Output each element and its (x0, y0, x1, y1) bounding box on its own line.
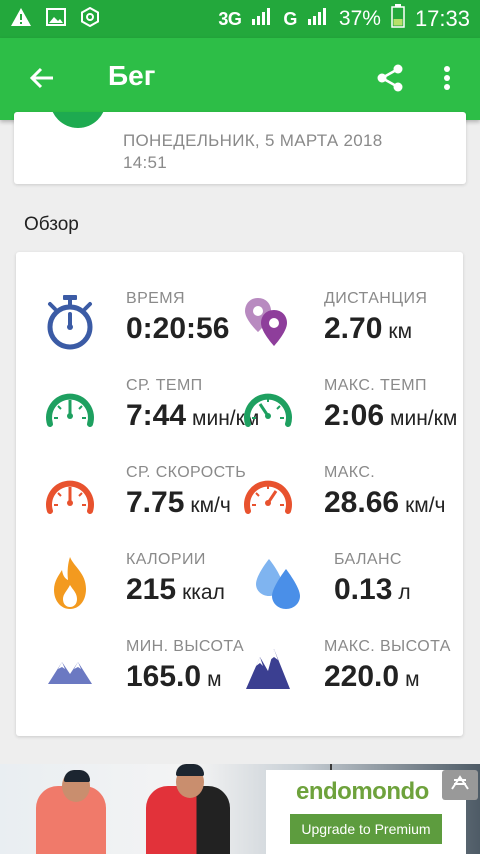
signal-icon (251, 7, 273, 31)
stat-value: 28.66 км/ч (324, 486, 446, 519)
overview-title: Обзор (24, 214, 79, 235)
max-speed-gauge-icon (238, 466, 298, 526)
battery-percent: 37% (338, 7, 381, 30)
stat-label: СР. ТЕМП (126, 377, 203, 394)
stat-time: ВРЕМЯ 0:20:56 (40, 290, 255, 360)
stat-label: КАЛОРИИ (126, 551, 206, 568)
stat-hydration: БАЛАНС 0.13 л (248, 551, 463, 621)
max-pace-gauge-icon (238, 379, 298, 439)
max-altitude-icon (238, 640, 298, 700)
speed-gauge-icon (40, 466, 100, 526)
sport-icon (50, 112, 106, 128)
workout-time: 14:51 (123, 153, 168, 172)
battery-icon (391, 4, 405, 34)
network-g-label: G (283, 8, 297, 29)
back-button[interactable] (22, 60, 62, 100)
stopwatch-icon (40, 292, 100, 352)
arrow-back-icon (29, 65, 55, 96)
network-3g-label: 3G (218, 8, 242, 29)
workout-header-card: ПОНЕДЕЛЬНИК, 5 МАРТА 2018 14:51 (14, 112, 466, 184)
signal-icon-2 (307, 7, 329, 31)
stat-value: 165.0 м (126, 660, 222, 693)
stat-label: ДИСТАНЦИЯ (324, 290, 428, 307)
stat-max-pace: МАКС. ТЕМП 2:06 мин/км (238, 377, 457, 447)
ad-runner-hat (64, 770, 90, 782)
stat-label: МАКС. ТЕМП (324, 377, 427, 394)
settings-icon (80, 6, 100, 32)
page-title: Бег (108, 60, 156, 91)
stat-value: 2:06 мин/км (324, 399, 458, 432)
warning-icon (10, 7, 32, 32)
overview-card: ВРЕМЯ 0:20:56 ДИСТАНЦИЯ 2.70км СР. ТЕМП (16, 252, 463, 736)
stat-min-altitude: МИН. ВЫСОТА 165.0 м (40, 638, 255, 708)
stat-avg-speed: СР. СКОРОСТЬ 7.75 км/ч (40, 464, 255, 534)
upgrade-button[interactable]: Upgrade to Premium (290, 814, 442, 844)
stat-max-speed: МАКС. 28.66 км/ч (238, 464, 453, 534)
stat-label: МИН. ВЫСОТА (126, 638, 245, 655)
min-altitude-icon (40, 640, 100, 700)
share-button[interactable] (370, 60, 410, 100)
map-pins-icon (238, 292, 298, 352)
ad-close-button[interactable] (442, 770, 478, 800)
workout-date: ПОНЕДЕЛЬНИК, 5 МАРТА 2018 (123, 131, 383, 150)
share-icon (375, 63, 405, 98)
flame-icon (40, 553, 100, 613)
stat-label: МАКС. (324, 464, 376, 481)
status-bar-right: 3G G 37% 17:33 (218, 4, 470, 34)
more-vert-icon (443, 65, 451, 96)
image-icon (46, 7, 66, 31)
overflow-menu-button[interactable] (430, 60, 464, 100)
stat-label: МАКС. ВЫСОТА (324, 638, 451, 655)
stat-value: 2.70 км (324, 312, 413, 345)
stat-value: 215 ккал (126, 573, 225, 606)
stat-avg-pace: СР. ТЕМП 7:44 мин/км (40, 377, 259, 447)
stat-label: СР. СКОРОСТЬ (126, 464, 247, 481)
clock: 17:33 (414, 6, 470, 31)
stat-calories: КАЛОРИИ 215 ккал (40, 551, 255, 621)
ad-brand-logo: endomondo (296, 778, 429, 805)
pace-gauge-icon (40, 379, 100, 439)
status-bar: 3G G 37% 17:33 (0, 0, 480, 38)
ad-runner-hat (176, 764, 204, 776)
stat-value: 7.75 км/ч (126, 486, 231, 519)
workout-datetime: ПОНЕДЕЛЬНИК, 5 МАРТА 2018 14:51 (123, 130, 383, 174)
stat-value: 220.0 м (324, 660, 420, 693)
stat-label: ВРЕМЯ (126, 290, 185, 307)
stat-value: 0:20:56 (126, 312, 230, 345)
app-toolbar: Бег (0, 38, 480, 120)
stat-value: 0.13 л (334, 573, 411, 606)
status-bar-left (10, 6, 100, 32)
stat-label: БАЛАНС (334, 551, 402, 568)
stat-max-altitude: МАКС. ВЫСОТА 220.0 м (238, 638, 453, 708)
ad-close-icon (449, 774, 471, 797)
ad-banner[interactable]: endomondo Upgrade to Premium (0, 764, 480, 854)
water-drops-icon (248, 553, 308, 613)
stat-distance: ДИСТАНЦИЯ 2.70 км (238, 290, 453, 360)
